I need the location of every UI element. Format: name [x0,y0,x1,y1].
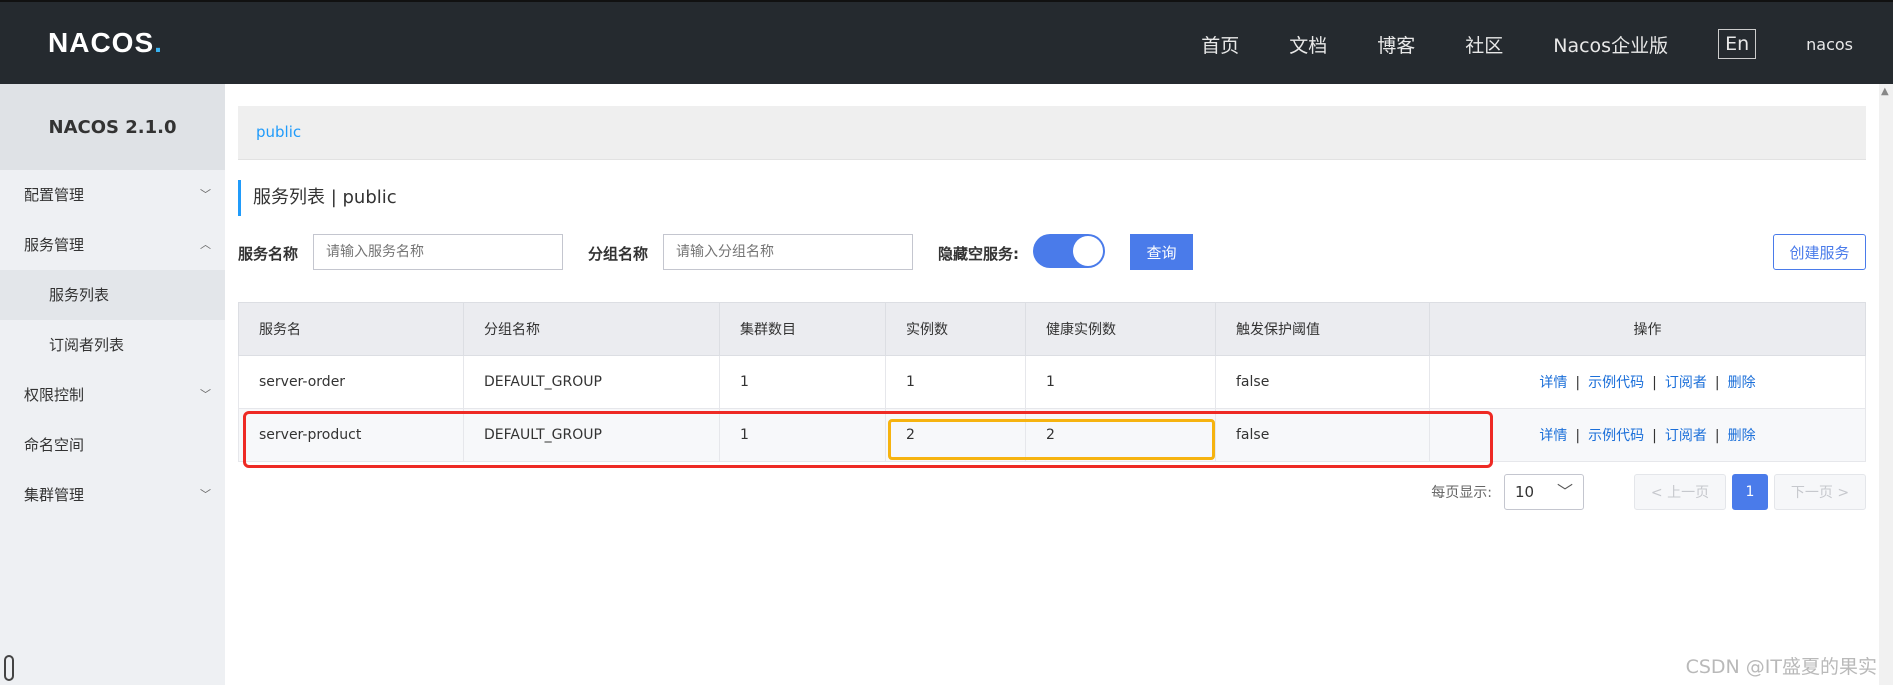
page-size-value: 10 [1515,483,1535,501]
subscribers-link[interactable]: 订阅者 [1665,428,1707,444]
details-link[interactable]: 详情 [1539,375,1567,391]
subscribers-link[interactable]: 订阅者 [1665,375,1707,391]
next-page-button[interactable]: 下一页 > [1774,474,1866,510]
cluster-count-cell: 1 [719,408,886,462]
page-number-button[interactable]: 1 [1732,474,1768,510]
delete-link[interactable]: 删除 [1728,428,1756,444]
operations-cell: 详情 | 示例代码 | 订阅者 | 删除 [1429,355,1866,409]
user-menu[interactable]: nacos [1806,35,1853,54]
operations-cell: 详情 | 示例代码 | 订阅者 | 删除 [1429,408,1866,462]
column-header: 实例数 [885,302,1026,356]
query-button[interactable]: 查询 [1130,234,1193,270]
chevron-down-icon: ﹀ [200,488,211,501]
service-name-cell: server-product [238,408,464,462]
table-row: server-order DEFAULT_GROUP 1 1 1 false 详… [238,355,1866,409]
column-header: 服务名 [238,302,464,356]
column-header: 集群数目 [719,302,886,356]
group-name-cell: DEFAULT_GROUP [463,355,720,409]
chevron-down-icon: ﹀ [1556,482,1573,501]
op-separator: | [1714,375,1720,391]
sample-code-link[interactable]: 示例代码 [1588,428,1644,444]
scrollbar[interactable]: ▲ [1879,84,1893,685]
create-service-button[interactable]: 创建服务 [1773,234,1866,270]
instance-count-cell: 2 [885,408,1026,462]
sidebar-item-cluster-management[interactable]: 集群管理 ﹀ [0,470,225,520]
thermometer-icon [4,655,14,681]
chevron-down-icon: ﹀ [200,388,211,401]
sidebar-item-label: 配置管理 [24,186,85,204]
nav-blog[interactable]: 博客 [1377,31,1415,58]
page-size-select[interactable]: 10 ﹀ [1504,474,1584,510]
sidebar-item-label: 服务列表 [49,286,110,304]
logo-text: NACOS [48,27,155,58]
op-separator: | [1575,428,1581,444]
service-name-cell: server-order [238,355,464,409]
nacos-logo[interactable]: NACOS. [48,27,162,58]
chevron-down-icon: ﹀ [200,188,211,201]
column-header: 操作 [1429,302,1866,356]
table-row: server-product DEFAULT_GROUP 1 2 2 false… [238,408,1866,462]
logo-dot: . [154,27,162,58]
main-content: public 服务列表 | public 服务名称 分组名称 隐藏空服务: 查询… [238,84,1866,685]
chevron-up-icon: ︿ [200,238,211,251]
top-header: NACOS. 首页 文档 博客 社区 Nacos企业版 En nacos [0,0,1893,84]
service-name-input[interactable] [313,234,563,270]
service-table: 服务名 分组名称 集群数目 实例数 健康实例数 触发保护阈值 操作 server… [238,302,1866,462]
threshold-cell: false [1215,408,1430,462]
service-name-label: 服务名称 [238,245,299,263]
language-toggle-button[interactable]: En [1718,29,1757,59]
sidebar-version: NACOS 2.1.0 [0,84,225,170]
details-link[interactable]: 详情 [1539,428,1567,444]
hide-empty-label: 隐藏空服务: [938,245,1019,263]
column-header: 健康实例数 [1025,302,1216,356]
toggle-knob [1073,236,1103,266]
group-name-cell: DEFAULT_GROUP [463,408,720,462]
group-name-label: 分组名称 [588,245,649,263]
search-form: 服务名称 分组名称 隐藏空服务: 查询 创建服务 [238,234,1866,270]
op-separator: | [1652,375,1657,391]
cluster-count-cell: 1 [719,355,886,409]
nav-docs[interactable]: 文档 [1289,31,1327,58]
table-header-row: 服务名 分组名称 集群数目 实例数 健康实例数 触发保护阈值 操作 [238,302,1866,356]
nav-community[interactable]: 社区 [1465,31,1503,58]
threshold-cell: false [1215,355,1430,409]
pagination: 每页显示: 10 ﹀ < 上一页 1 下一页 > [1431,474,1866,510]
sidebar-item-label: 命名空间 [24,436,85,454]
page-title: 服务列表 | public [238,180,397,216]
namespace-tab-public[interactable]: public [256,123,301,141]
delete-link[interactable]: 删除 [1728,375,1756,391]
sample-code-link[interactable]: 示例代码 [1588,375,1644,391]
nav-home[interactable]: 首页 [1201,31,1239,58]
hide-empty-toggle[interactable] [1033,234,1105,268]
sidebar-item-label: 订阅者列表 [49,336,125,354]
sidebar-item-service-management[interactable]: 服务管理 ︿ [0,220,225,270]
watermark: CSDN @IT盛夏的果实 [1685,656,1877,678]
healthy-count-cell: 1 [1025,355,1216,409]
top-nav: 首页 文档 博客 社区 Nacos企业版 En nacos [1151,2,1853,86]
sidebar-item-config-management[interactable]: 配置管理 ﹀ [0,170,225,220]
column-header: 触发保护阈值 [1215,302,1430,356]
group-name-input[interactable] [663,234,913,270]
sidebar-item-subscriber-list[interactable]: 订阅者列表 [0,320,225,370]
sidebar-item-namespace[interactable]: 命名空间 [0,420,225,470]
sidebar-item-label: 集群管理 [24,486,85,504]
healthy-count-cell: 2 [1025,408,1216,462]
namespace-bar: public [238,106,1866,160]
nav-enterprise[interactable]: Nacos企业版 [1553,31,1668,58]
op-separator: | [1714,428,1720,444]
page-size-label: 每页显示: [1431,485,1492,501]
sidebar-item-label: 服务管理 [24,236,85,254]
prev-page-button[interactable]: < 上一页 [1634,474,1726,510]
sidebar-item-label: 权限控制 [24,386,85,404]
sidebar-item-access-control[interactable]: 权限控制 ﹀ [0,370,225,420]
sidebar: NACOS 2.1.0 配置管理 ﹀ 服务管理 ︿ 服务列表 订阅者列表 权限控… [0,84,225,685]
op-separator: | [1652,428,1657,444]
scroll-up-icon[interactable]: ▲ [1881,86,1889,97]
sidebar-item-service-list[interactable]: 服务列表 [0,270,225,320]
instance-count-cell: 1 [885,355,1026,409]
column-header: 分组名称 [463,302,720,356]
op-separator: | [1575,375,1581,391]
